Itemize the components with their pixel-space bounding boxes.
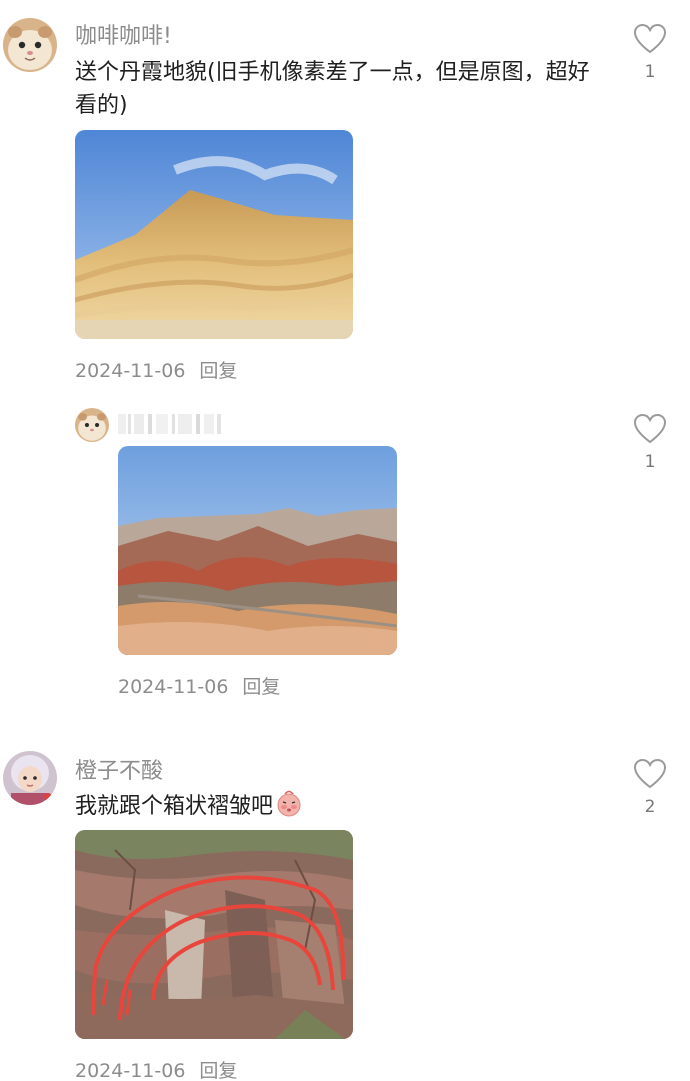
comment-text: 我就跟个箱状褶皱吧 <box>75 794 274 819</box>
comment-date: 2024-11-06 <box>75 360 186 382</box>
blushing-face-emoji-icon <box>277 790 301 817</box>
comment-photo[interactable] <box>118 446 397 655</box>
redacted-name-blur <box>118 414 221 434</box>
comment-username[interactable]: 咖啡咖啡! <box>75 18 172 50</box>
reply-button[interactable]: 回复 <box>242 676 280 698</box>
comment-photo[interactable] <box>75 130 353 339</box>
avatar[interactable] <box>3 751 57 805</box>
reply-button[interactable]: 回复 <box>199 360 237 382</box>
comment-meta: 2024-11-06 回复 <box>118 672 280 699</box>
box-fold-rock-annotated-image <box>75 830 353 1039</box>
like-count: 1 <box>644 452 656 472</box>
comment-meta: 2024-11-06 回复 <box>75 356 237 383</box>
comment-item: 咖啡咖啡! 送个丹霞地貌(旧手机像素差了一点，但是原图，超好看的) 2024-1… <box>0 0 690 390</box>
like-count: 1 <box>644 62 656 82</box>
comment-username-redacted <box>118 412 228 436</box>
comment-text-row: 我就跟个箱状褶皱吧 <box>75 789 303 823</box>
yellow-danxia-mountain-image <box>75 130 353 339</box>
comment-date: 2024-11-06 <box>75 1060 186 1081</box>
comment-photo[interactable] <box>75 830 353 1039</box>
comment-username[interactable]: 橙子不酸 <box>75 753 163 785</box>
hamster-avatar-icon <box>3 18 57 72</box>
reply-button[interactable]: 回复 <box>199 1060 237 1081</box>
reply-item: 2024-11-06 回复 1 <box>0 390 690 710</box>
like-button[interactable]: 1 <box>630 24 670 82</box>
child-avatar-icon <box>3 751 57 805</box>
comment-item: 橙子不酸 我就跟个箱状褶皱吧 2024-11-06 回复 2 <box>0 735 690 1081</box>
comment-meta: 2024-11-06 回复 <box>75 1056 237 1081</box>
like-count: 2 <box>644 797 656 817</box>
avatar[interactable] <box>75 408 109 442</box>
comment-date: 2024-11-06 <box>118 676 229 698</box>
rainbow-danxia-landscape-image <box>118 446 397 655</box>
like-button[interactable]: 2 <box>630 759 670 817</box>
comment-text: 送个丹霞地貌(旧手机像素差了一点，但是原图，超好看的) <box>75 60 590 118</box>
heart-outline-icon <box>634 759 666 789</box>
heart-outline-icon <box>634 24 666 54</box>
avatar[interactable] <box>3 18 57 72</box>
hamster-avatar-icon <box>75 408 109 442</box>
heart-outline-icon <box>634 414 666 444</box>
like-button[interactable]: 1 <box>630 414 670 472</box>
